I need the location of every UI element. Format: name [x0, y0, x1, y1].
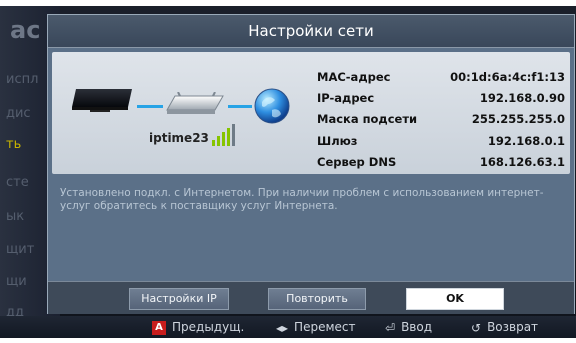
- retry-button[interactable]: Повторить: [268, 288, 366, 310]
- tv-screen: ас испл дис ть сте ык щит щи дд Настройк…: [0, 6, 576, 338]
- info-key: Сервер DNS: [317, 155, 397, 169]
- help-move: ◂▸ Перемест: [276, 319, 355, 335]
- router-icon: [166, 92, 224, 114]
- help-previous-label: Предыдущ.: [172, 320, 245, 334]
- info-row: IP-адрес 192.168.0.90: [317, 91, 567, 110]
- dialog-button-bar: Настройки IP Повторить OK: [48, 281, 574, 314]
- dialog-title: Настройки сети: [48, 15, 574, 48]
- info-key: Маска подсети: [317, 112, 418, 126]
- info-value: 00:1d:6a:4c:f1:13: [450, 70, 565, 84]
- enter-icon: ⏎: [385, 320, 396, 335]
- return-icon: ↺: [471, 320, 482, 335]
- background-menu-item: щи: [6, 274, 27, 289]
- background-menu-item-selected: ть: [6, 137, 22, 152]
- help-move-label: Перемест: [294, 320, 356, 334]
- signal-strength-icon: [212, 124, 242, 146]
- ip-settings-button[interactable]: Настройки IP: [129, 288, 229, 310]
- left-right-arrows-icon: ◂▸: [276, 320, 289, 335]
- help-return: ↺ Возврат: [471, 319, 538, 335]
- background-menu-title: ас: [10, 16, 41, 44]
- help-enter: ⏎ Ввод: [385, 319, 432, 335]
- background-menu-item: испл: [6, 72, 39, 87]
- network-settings-dialog: Настройки сети iptime23 МАС-адрес 00:1d:…: [47, 14, 575, 314]
- help-return-label: Возврат: [487, 320, 539, 334]
- help-enter-label: Ввод: [401, 320, 433, 334]
- globe-icon: [254, 88, 290, 124]
- tv-device-icon: [72, 89, 132, 112]
- device-name: iptime23: [149, 131, 209, 145]
- info-row: Маска подсети 255.255.255.0: [317, 112, 567, 131]
- info-key: Шлюз: [317, 134, 358, 148]
- info-value: 168.126.63.1: [479, 155, 565, 169]
- info-row: МАС-адрес 00:1d:6a:4c:f1:13: [317, 70, 567, 89]
- info-value: 192.168.0.1: [487, 134, 565, 148]
- background-menu-item: сте: [6, 175, 29, 190]
- info-key: МАС-адрес: [317, 70, 391, 84]
- help-previous: A Предыдущ.: [152, 319, 244, 335]
- background-menu-item: ык: [6, 209, 25, 224]
- red-a-key-icon: A: [152, 320, 166, 335]
- info-value: 192.168.0.90: [479, 91, 565, 105]
- background-menu-item: щит: [6, 242, 35, 257]
- status-message: Установлено подкл. с Интернетом. При нал…: [60, 187, 544, 212]
- background-menu-item: дис: [6, 106, 31, 121]
- info-value: 255.255.255.0: [471, 112, 565, 126]
- connection-diagram: iptime23: [52, 52, 312, 174]
- info-row: Сервер DNS 168.126.63.1: [317, 155, 567, 174]
- connection-line: [228, 105, 252, 108]
- remote-help-bar: A Предыдущ. ◂▸ Перемест ⏎ Ввод ↺ Возврат: [0, 316, 576, 338]
- ok-button[interactable]: OK: [406, 288, 504, 310]
- network-info-panel: iptime23 МАС-адрес 00:1d:6a:4c:f1:13 IP-…: [52, 52, 570, 174]
- info-key: IP-адрес: [317, 91, 375, 105]
- connection-line: [137, 105, 163, 108]
- info-row: Шлюз 192.168.0.1: [317, 134, 567, 153]
